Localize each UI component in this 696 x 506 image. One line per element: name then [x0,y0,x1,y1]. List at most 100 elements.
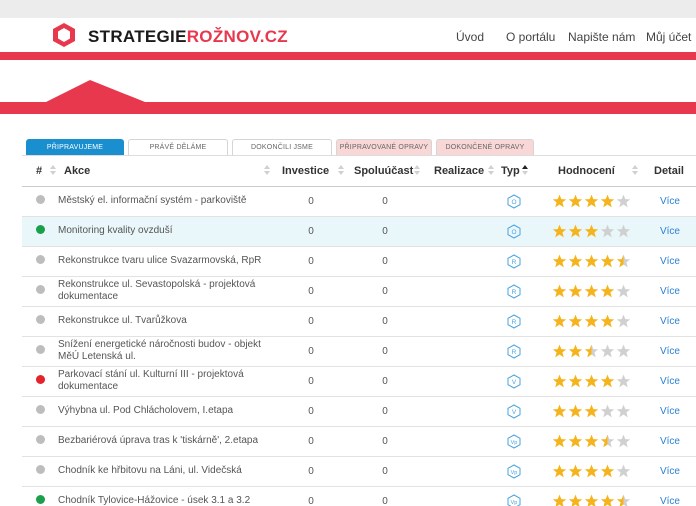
star-icon [568,344,583,358]
status-dot-icon [36,195,45,204]
column-header-realizace[interactable]: Realizace [422,156,496,187]
investice-cell: 0 [274,426,348,457]
type-cell: O [496,186,532,217]
status-cell [22,276,58,307]
sort-ascending-icon [522,165,528,177]
type-label: Vp [511,440,518,446]
detail-link[interactable]: Více [644,426,696,457]
column-header-investice[interactable]: Investice [274,156,348,187]
star-icon [552,494,567,506]
detail-link[interactable]: Více [644,336,696,367]
spoluucast-cell: 0 [348,426,422,457]
column-header-typ[interactable]: Typ [496,156,532,187]
detail-link[interactable]: Více [644,246,696,277]
star-icon [584,434,599,448]
investice-cell: 0 [274,186,348,217]
table-row: Parkovací stání ul. Kulturní III - proje… [22,366,696,397]
nav-link-muj-ucet[interactable]: Můj účet [646,30,691,44]
star-icon [552,464,567,478]
type-cell: Vp [496,456,532,487]
header-red-band [0,52,696,60]
akce-cell: Monitoring kvality ovzduší [58,216,274,247]
page: STRATEGIEROŽNOV.CZ Úvod O portálu Napišt… [0,0,696,506]
detail-link[interactable]: Více [644,216,696,247]
type-cell: R [496,276,532,307]
akce-cell: Bezbariérová úprava tras k 'tiskárně', 2… [58,426,274,457]
type-cell: O [496,216,532,247]
star-icon [600,194,615,208]
tab-pripravujeme[interactable]: PŘIPRAVUJEME [26,139,124,155]
nav-link-napiste-nam[interactable]: Napište nám [568,30,635,44]
logo-text-strategie: STRATEGIE [88,27,187,46]
rating-stars [532,246,644,277]
realizace-cell [422,276,496,307]
star-icon [616,434,631,448]
star-icon [616,494,631,506]
rating-stars [532,366,644,397]
tab-dokoncene-opravy[interactable]: DOKONČENÉ OPRAVY [436,139,534,155]
star-icon [584,404,599,418]
realizace-cell [422,306,496,337]
detail-link[interactable]: Více [644,186,696,217]
star-icon [568,434,583,448]
type-hexagon-icon: V [507,373,521,389]
hexagon-logo-icon [53,23,75,47]
investice-cell: 0 [274,216,348,247]
tab-pripravovane-opravy[interactable]: PŘIPRAVOVANÉ OPRAVY [336,139,432,155]
status-dot-icon [36,345,45,354]
rating-stars [532,186,644,217]
type-hexagon-icon: R [507,343,521,359]
detail-link[interactable]: Více [644,456,696,487]
star-icon [552,374,567,388]
rating-stars [532,276,644,307]
investice-cell: 0 [274,456,348,487]
column-header-akce[interactable]: Akce [58,156,274,187]
type-cell: R [496,246,532,277]
table-row: Výhybna ul. Pod Chlácholovem, I.etapa 0 0 V… [22,396,696,427]
type-hexagon-icon: O [507,223,521,239]
realizace-cell [422,456,496,487]
akce-cell: Snížení energetické náročnosti budov - o… [58,336,274,367]
tab-dokoncili-jsme[interactable]: DOKONČILI JSME [232,139,332,155]
table-row: Rekonstrukce ul. Tvarůžkova 0 0 R Více [22,306,696,337]
column-header-hodnoceni[interactable]: Hodnocení [532,156,644,187]
table-row: Snížení energetické náročnosti budov - o… [22,336,696,367]
star-icon [568,224,583,238]
column-header-number[interactable]: # [22,156,58,187]
detail-link[interactable]: Více [644,306,696,337]
tab-prave-delame[interactable]: PRÁVĚ DĚLÁME [128,139,228,155]
star-icon [600,434,615,448]
star-icon [600,494,615,506]
detail-link[interactable]: Více [644,486,696,506]
table-row: Městský el. informační systém - parkoviš… [22,186,696,217]
detail-link[interactable]: Více [644,396,696,427]
site-logo[interactable]: STRATEGIEROŽNOV.CZ [88,27,288,47]
sort-icon [338,165,344,177]
star-icon [552,194,567,208]
sort-icon [50,165,56,177]
red-triangle-decoration [42,80,150,104]
detail-link[interactable]: Více [644,366,696,397]
star-icon [616,284,631,298]
nav-link-o-portalu[interactable]: O portálu [506,30,555,44]
star-icon [552,314,567,328]
status-cell [22,486,58,506]
realizace-cell [422,336,496,367]
status-cell [22,306,58,337]
status-cell [22,456,58,487]
detail-link[interactable]: Více [644,276,696,307]
status-cell [22,336,58,367]
type-hexagon-icon: Vp [507,493,521,506]
status-dot-icon [36,375,45,384]
column-header-detail: Detail [644,156,696,187]
star-icon [584,374,599,388]
site-header: STRATEGIEROŽNOV.CZ Úvod O portálu Napišt… [0,18,696,52]
akce-cell: Rekonstrukce ul. Tvarůžkova [58,306,274,337]
realizace-cell [422,426,496,457]
column-header-spoluucast[interactable]: Spoluúčast [348,156,422,187]
nav-link-uvod[interactable]: Úvod [456,30,484,44]
akce-cell: Parkovací stání ul. Kulturní III - proje… [58,366,274,397]
table-row: Chodník ke hřbitovu na Láni, ul. Videčsk… [22,456,696,487]
hero-red-band [0,102,696,114]
star-icon [600,374,615,388]
